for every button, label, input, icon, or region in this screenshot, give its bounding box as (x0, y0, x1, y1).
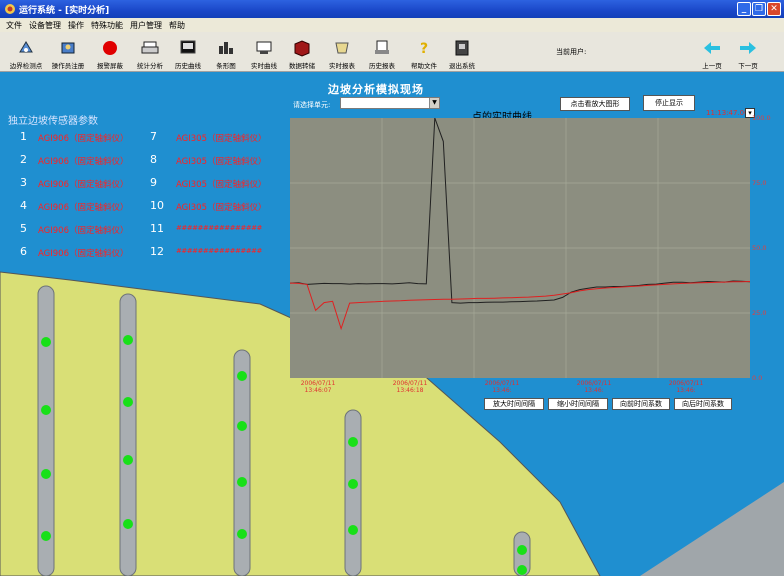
y-tick-label: 25.0 (752, 309, 767, 317)
tool-history-report[interactable]: 历史报表 (362, 34, 402, 70)
history-report-icon (375, 40, 389, 54)
unit-select-label: 请选择单元: (293, 101, 331, 109)
menu-help[interactable]: 帮助 (169, 20, 185, 31)
x-tick-label: 2006/07/11 13:46: (576, 380, 612, 394)
sensor-number: 11 (150, 222, 164, 235)
history-curve-icon (180, 40, 196, 54)
tool-bar-chart[interactable]: 条形图 (206, 34, 246, 70)
tool-history-curve[interactable]: 历史曲线 (168, 34, 208, 70)
sensor-heading: 独立边坡传感器参数 (8, 116, 98, 127)
menu-file[interactable]: 文件 (6, 20, 22, 31)
y-tick-label: 0.0 (752, 374, 763, 382)
time-readout: 11:13:47.00 (706, 109, 749, 117)
next-page-button[interactable]: 下一页 (728, 34, 768, 70)
sensor-number: 6 (20, 245, 27, 258)
sensor-label[interactable]: AGI906（固定轴斜仪） (38, 247, 128, 259)
sensor-number: 1 (20, 130, 27, 143)
window-title: 运行系统 - [实时分析] (19, 5, 110, 16)
move-backward-button[interactable]: 向后时间系数 (674, 398, 732, 410)
sensor-label[interactable]: ################ (176, 247, 262, 255)
sensor-label[interactable]: AGI906（固定轴斜仪） (38, 155, 128, 167)
current-user-label: 当前用户: (556, 48, 587, 56)
minimize-button[interactable]: _ (737, 2, 751, 16)
alarm-stop-icon (103, 41, 117, 55)
y-tick-label: 50.0 (752, 244, 767, 252)
printer-icon (141, 41, 159, 54)
tool-operator-register[interactable]: 操作员注册 (48, 34, 88, 70)
tool-measure-point[interactable]: 边界检测点 (6, 34, 46, 70)
sensor-number: 5 (20, 222, 27, 235)
title-bar: 运行系统 - [实时分析] _ ❐ ✕ (0, 0, 784, 18)
help-icon: ? (420, 41, 428, 57)
sensor-label[interactable]: ################ (176, 224, 262, 232)
arrow-left-icon (704, 42, 720, 54)
bar-chart-icon (219, 42, 233, 54)
sensor-label[interactable]: AGI305（固定轴斜仪） (176, 201, 266, 213)
restore-button[interactable]: ❐ (752, 2, 766, 16)
chevron-down-icon: ▼ (429, 98, 439, 108)
tool-exit[interactable]: 退出系统 (442, 34, 482, 70)
sensor-number: 12 (150, 245, 164, 258)
menu-special[interactable]: 特殊功能 (91, 20, 123, 31)
prev-page-button[interactable]: 上一页 (692, 34, 732, 70)
tool-realtime-curve[interactable]: 实时曲线 (244, 34, 284, 70)
unit-select[interactable]: ▼ (340, 97, 440, 109)
book-icon (294, 40, 310, 57)
exit-icon (455, 40, 469, 56)
sensor-label[interactable]: AGI906（固定轴斜仪） (38, 132, 128, 144)
tool-help-file[interactable]: ? 帮助文件 (404, 34, 444, 70)
sensor-number: 4 (20, 199, 27, 212)
realtime-curve-icon (256, 41, 272, 54)
stop-display-button[interactable]: 停止显示 (643, 95, 695, 111)
zoom-out-interval-button[interactable]: 缩小时间间隔 (548, 398, 608, 410)
enlarge-chart-button[interactable]: 点击看放大图形 (560, 97, 630, 111)
menu-user[interactable]: 用户管理 (130, 20, 162, 31)
sensor-label[interactable]: AGI305（固定轴斜仪） (176, 155, 266, 167)
app-icon (5, 4, 15, 14)
sensor-number: 3 (20, 176, 27, 189)
x-tick-label: 2006/07/11 13:46: (668, 380, 704, 394)
sensor-label[interactable]: AGI305（固定轴斜仪） (176, 178, 266, 190)
sensor-number: 9 (150, 176, 157, 189)
zoom-in-interval-button[interactable]: 放大时间间隔 (484, 398, 544, 410)
y-tick-label: 75.0 (752, 179, 767, 187)
page-title: 边坡分析模拟现场 (328, 83, 424, 96)
sensor-number: 7 (150, 130, 157, 143)
tool-alarm-stop[interactable]: 报警屏蔽 (90, 34, 130, 70)
menu-operate[interactable]: 操作 (68, 20, 84, 31)
x-tick-label: 2006/07/11 13:46:07 (300, 380, 336, 394)
x-tick-label: 2006/07/11 13:46:18 (392, 380, 428, 394)
toolbar: 边界检测点 操作员注册 报警屏蔽 统计分析 历史曲线 条形图 实时曲线 数据转储… (0, 32, 784, 72)
sensor-label[interactable]: AGI906（固定轴斜仪） (38, 178, 128, 190)
sensor-label[interactable]: AGI906（固定轴斜仪） (38, 201, 128, 213)
sensor-number: 2 (20, 153, 27, 166)
measure-icon (19, 41, 33, 53)
sensor-number: 8 (150, 153, 157, 166)
realtime-curve-chart (290, 118, 750, 378)
svg-text:?: ? (420, 41, 428, 57)
sensor-label[interactable]: AGI305（固定轴斜仪） (176, 132, 266, 144)
move-forward-button[interactable]: 向前时间系数 (612, 398, 670, 410)
arrow-right-icon (740, 42, 756, 54)
sensor-number: 10 (150, 199, 164, 212)
y-tick-label: 100.0 (752, 114, 771, 122)
tool-data-dump[interactable]: 数据转储 (282, 34, 322, 70)
close-button[interactable]: ✕ (767, 2, 781, 16)
tool-realtime-report[interactable]: 实时报表 (322, 34, 362, 70)
tool-statistics[interactable]: 统计分析 (130, 34, 170, 70)
x-tick-label: 2006/07/11 13:46: (484, 380, 520, 394)
sensor-label[interactable]: AGI906（固定轴斜仪） (38, 224, 128, 236)
operator-icon (61, 42, 75, 54)
menu-device[interactable]: 设备管理 (29, 20, 61, 31)
realtime-report-icon (335, 42, 349, 54)
menu-bar: 文件 设备管理 操作 特殊功能 用户管理 帮助 (0, 18, 784, 32)
